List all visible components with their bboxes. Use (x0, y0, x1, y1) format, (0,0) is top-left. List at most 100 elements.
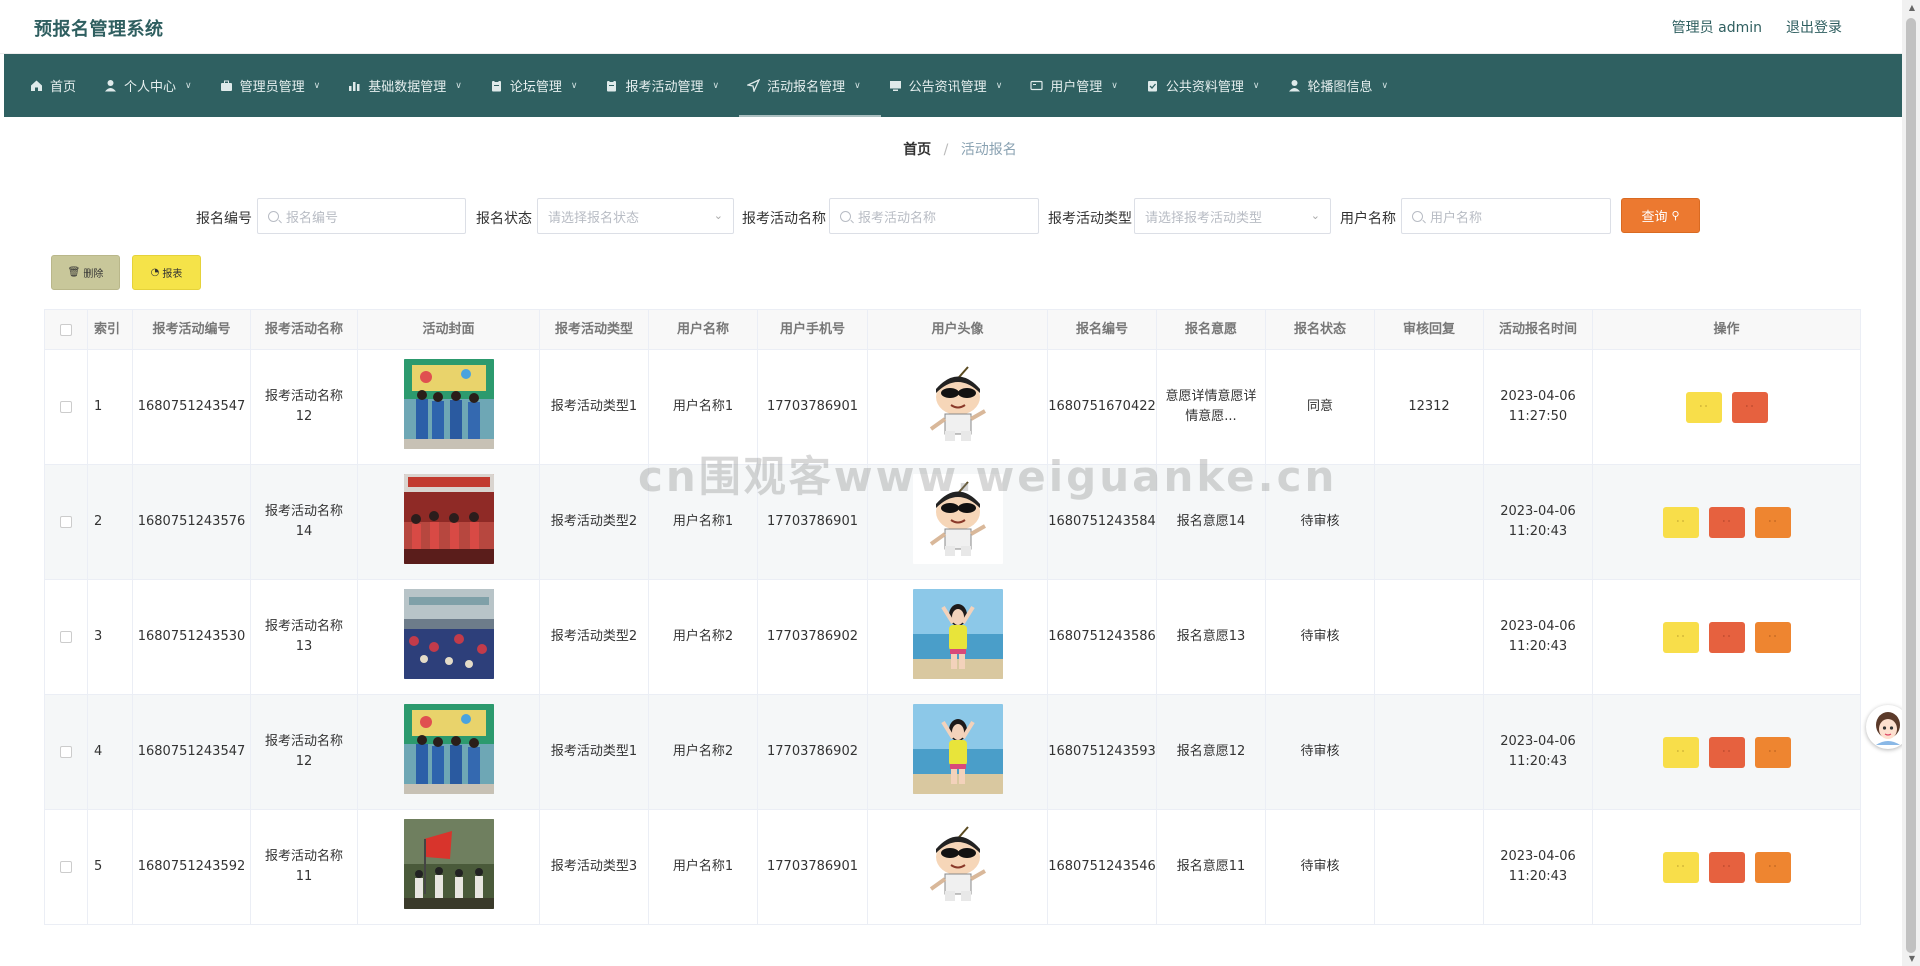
search-form: 报名编号 报名编号 报名状态 请选择报名状态 ⌄ 报考活动名称 报考活动名称 报… (0, 198, 1920, 234)
delete-row-button[interactable]: · · (1731, 391, 1768, 423)
nav-item-3[interactable]: 基础数据管理 ∨ (340, 54, 482, 117)
activity-cover-cell (358, 465, 540, 579)
row-checkbox[interactable] (60, 746, 72, 758)
select-all-checkbox[interactable] (60, 323, 72, 336)
index-cell: 5 (88, 810, 133, 924)
nav-item-4[interactable]: 论坛管理 ∨ (482, 54, 598, 117)
table-row[interactable]: 2 1680751243576 报考活动名称14 报考活动类型2 用户名称1 177037… (44, 465, 1861, 580)
nav-item-10[interactable]: 轮播图信息 ∨ (1280, 54, 1409, 117)
view-button[interactable]: · · (1662, 621, 1699, 653)
review-button[interactable]: · · (1754, 736, 1791, 768)
activity-cover-image[interactable] (403, 473, 494, 571)
activity-name-cell: 报考活动名称13 (251, 580, 358, 694)
nav-item-9[interactable]: 公共资料管理 ∨ (1138, 54, 1280, 117)
view-button[interactable]: · · (1662, 736, 1699, 768)
data-table: 索引 报考活动编号 报考活动名称 活动封面 报考活动类型 用户名称 用户手机号 用户头像 报名编… (44, 309, 1861, 925)
admin-label: 管理员 admin (1671, 20, 1762, 36)
view-button[interactable]: · · (1662, 851, 1699, 883)
briefcase-icon (220, 79, 233, 92)
monitor-icon (889, 79, 902, 92)
activity-name-input[interactable]: 报考活动名称 (829, 198, 1039, 234)
activity-type-cell: 报考活动类型1 (540, 695, 649, 809)
user-avatar-image[interactable] (912, 818, 1003, 916)
user-name-label: 用户名称 (1340, 211, 1396, 227)
activity-no-cell: 1680751243530 (133, 580, 251, 694)
column-header: 用户手机号 (758, 310, 868, 349)
user-icon (1288, 79, 1301, 92)
breadcrumb-home[interactable]: 首页 (903, 142, 931, 158)
trash-icon: 🗑 (67, 267, 81, 278)
phone-cell: 17703786902 (758, 580, 868, 694)
nav-item-2[interactable]: 管理员管理 ∨ (212, 54, 341, 117)
column-header: 报考活动名称 (251, 310, 358, 349)
search-icon (1412, 210, 1423, 222)
time-cell: 2023-04-06 11:27:50 (1484, 350, 1593, 464)
pie-chart-icon: ◔ (150, 267, 160, 278)
view-button[interactable]: · · (1662, 506, 1699, 538)
delete-row-button[interactable]: · · (1708, 736, 1745, 768)
review-button[interactable]: · · (1754, 621, 1791, 653)
scroll-up-icon[interactable]: ▲ (1909, 3, 1915, 12)
column-header: 操作 (1593, 310, 1861, 349)
activity-type-cell: 报考活动类型1 (540, 350, 649, 464)
nav-item-7[interactable]: 公告资讯管理 ∨ (881, 54, 1023, 117)
nav-item-label: 报考活动管理 (625, 80, 704, 95)
main-nav: 首页 个人中心 ∨ 管理员管理 ∨ 基础数据管理 ∨ 论坛管理 ∨ 报考活动管理 ∨ 活动报名管理 ∨ 公… (4, 54, 1902, 117)
activity-cover-image[interactable] (403, 588, 494, 686)
nav-item-1[interactable]: 个人中心 ∨ (96, 54, 212, 117)
query-button[interactable]: 查询 ⚲ (1621, 198, 1700, 233)
activity-type-label: 报考活动类型 (1048, 211, 1132, 227)
row-select-cell (44, 695, 88, 809)
table-row[interactable]: 3 1680751243530 报考活动名称13 报考活动类型2 用户名称2 177037… (44, 580, 1861, 695)
delete-button[interactable]: 🗑 删除 (51, 255, 120, 290)
user-avatar-image[interactable] (912, 473, 1003, 571)
delete-row-button[interactable]: · · (1708, 621, 1745, 653)
delete-row-button[interactable]: · · (1708, 506, 1745, 538)
report-button[interactable]: ◔ 报表 (132, 255, 201, 290)
row-checkbox[interactable] (60, 631, 72, 643)
operations-cell: · · · · · · (1593, 465, 1861, 579)
activity-type-select[interactable]: 请选择报考活动类型 ⌄ (1134, 198, 1331, 234)
operations-cell: · · · · · · (1593, 810, 1861, 924)
nav-item-6[interactable]: 活动报名管理 ∨ (739, 54, 881, 117)
logout-link[interactable]: 退出登录 (1786, 17, 1842, 37)
signup-no-cell: 1680751243593 (1048, 695, 1157, 809)
scrollbar-thumb[interactable] (1906, 18, 1916, 953)
row-select-cell (44, 350, 88, 464)
table-row[interactable]: 4 1680751243547 报考活动名称12 报考活动类型1 用户名称2 177037… (44, 695, 1861, 810)
table-row[interactable]: 1 1680751243547 报考活动名称12 报考活动类型1 用户名称1 177037… (44, 350, 1861, 465)
column-header: 索引 (88, 310, 133, 349)
nav-item-5[interactable]: 报考活动管理 ∨ (597, 54, 739, 117)
activity-cover-cell (358, 350, 540, 464)
scroll-down-icon[interactable]: ▼ (1909, 954, 1915, 963)
view-button[interactable]: · · (1685, 391, 1722, 423)
nav-item-label: 个人中心 (124, 80, 177, 95)
row-checkbox[interactable] (60, 401, 72, 413)
activity-cover-image[interactable] (403, 818, 494, 916)
nav-item-label: 活动报名管理 (767, 80, 846, 95)
status-cell: 待审核 (1266, 465, 1375, 579)
delete-row-button[interactable]: · · (1708, 851, 1745, 883)
user-avatar-image[interactable] (912, 703, 1003, 801)
review-button[interactable]: · · (1754, 506, 1791, 538)
table-row[interactable]: 5 1680751243592 报考活动名称11 报考活动类型3 用户名称1 177037… (44, 810, 1861, 925)
review-button[interactable]: · · (1754, 851, 1791, 883)
signup-no-input[interactable]: 报名编号 (257, 198, 466, 234)
row-checkbox[interactable] (60, 516, 72, 528)
activity-cover-image[interactable] (403, 703, 494, 801)
bar-chart-icon (348, 79, 361, 92)
column-header: 活动报名时间 (1484, 310, 1593, 349)
nav-item-0[interactable]: 首页 (22, 54, 96, 117)
activity-cover-cell (358, 695, 540, 809)
signup-no-cell: 1680751243546 (1048, 810, 1157, 924)
row-select-cell (44, 465, 88, 579)
user-avatar-image[interactable] (912, 358, 1003, 456)
user-avatar-image[interactable] (912, 588, 1003, 686)
reply-cell (1375, 695, 1484, 809)
row-checkbox[interactable] (60, 861, 72, 873)
vertical-scrollbar[interactable]: ▲ ▼ (1902, 0, 1920, 966)
activity-cover-image[interactable] (403, 358, 494, 456)
nav-item-8[interactable]: 用户管理 ∨ (1022, 54, 1138, 117)
user-name-input[interactable]: 用户名称 (1401, 198, 1611, 234)
status-select[interactable]: 请选择报名状态 ⌄ (537, 198, 734, 234)
